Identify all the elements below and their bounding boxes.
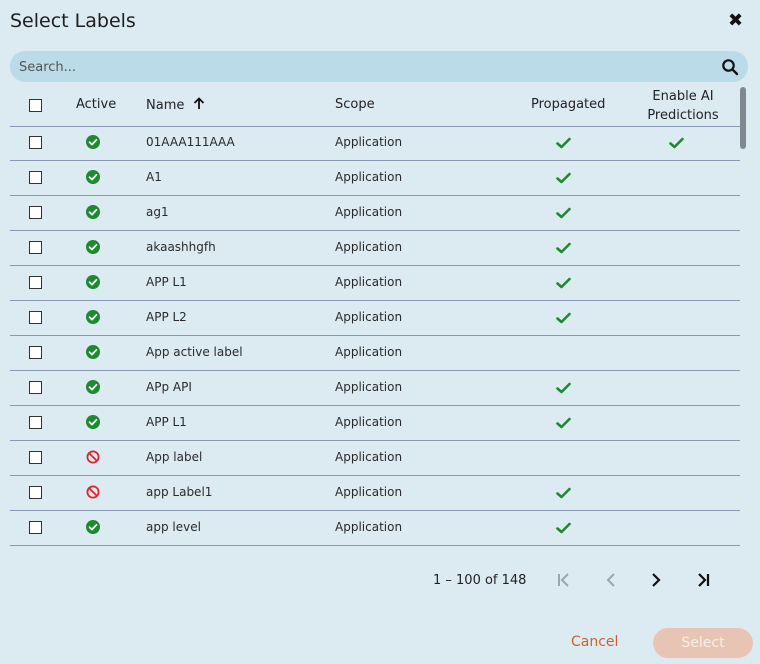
search-input[interactable] — [19, 57, 709, 77]
label-name: App label — [146, 450, 203, 464]
active-status-icon — [86, 170, 100, 184]
propagated-check-icon — [556, 207, 571, 219]
table-row[interactable]: ag1 Application — [10, 196, 740, 231]
propagated-check-icon — [556, 312, 571, 324]
table-row[interactable]: app Label1 Application — [10, 476, 740, 511]
label-scope: Application — [335, 135, 403, 149]
table-row-partial — [10, 546, 740, 556]
propagated-check-icon — [556, 417, 571, 429]
table-row[interactable]: akaashhgfh Application — [10, 231, 740, 266]
label-scope: Application — [335, 485, 403, 499]
first-page-icon[interactable] — [554, 570, 574, 590]
label-name: APP L1 — [146, 415, 187, 429]
row-checkbox[interactable] — [29, 171, 42, 184]
search-icon[interactable] — [721, 58, 739, 76]
label-scope: Application — [335, 345, 403, 359]
label-scope: Application — [335, 450, 403, 464]
next-page-icon[interactable] — [646, 570, 666, 590]
row-checkbox[interactable] — [29, 381, 42, 394]
dialog-title: Select Labels — [10, 10, 136, 32]
label-name: APP L1 — [146, 275, 187, 289]
label-scope: Application — [335, 275, 403, 289]
row-checkbox[interactable] — [29, 521, 42, 534]
active-status-icon — [86, 240, 100, 254]
label-scope: Application — [335, 170, 403, 184]
propagated-check-icon — [556, 382, 571, 394]
column-header-active[interactable]: Active — [76, 97, 116, 112]
enable-ai-header-line1: Enable AI — [652, 89, 714, 104]
table-row[interactable]: A1 Application — [10, 161, 740, 196]
label-name: ag1 — [146, 205, 169, 219]
active-status-icon — [86, 205, 100, 219]
label-scope: Application — [335, 205, 403, 219]
last-page-icon[interactable] — [693, 570, 713, 590]
table-row[interactable]: APP L1 Application — [10, 406, 740, 441]
table-header: Active Name Scope Propagated Enable AI P… — [10, 84, 740, 127]
active-status-icon — [86, 345, 100, 359]
propagated-check-icon — [556, 277, 571, 289]
active-status-icon — [86, 310, 100, 324]
enable-ai-header-line2: Predictions — [647, 108, 719, 123]
cancel-button[interactable]: Cancel — [571, 634, 618, 650]
label-name: APp API — [146, 380, 192, 394]
label-scope: Application — [335, 520, 403, 534]
propagated-check-icon — [556, 242, 571, 254]
label-name: app Label1 — [146, 485, 213, 499]
column-header-name[interactable]: Name — [146, 97, 205, 113]
propagated-check-icon — [556, 172, 571, 184]
label-scope: Application — [335, 240, 403, 254]
propagated-check-icon — [556, 522, 571, 534]
row-checkbox[interactable] — [29, 136, 42, 149]
inactive-status-icon — [86, 485, 100, 499]
active-status-icon — [86, 380, 100, 394]
label-name: 01AAA111AAA — [146, 135, 235, 149]
active-status-icon — [86, 135, 100, 149]
select-button[interactable]: Select — [653, 628, 753, 658]
inactive-status-icon — [86, 450, 100, 464]
label-name: App active label — [146, 345, 243, 359]
row-checkbox[interactable] — [29, 486, 42, 499]
row-checkbox[interactable] — [29, 451, 42, 464]
label-scope: Application — [335, 380, 403, 394]
column-header-enable-ai[interactable]: Enable AI Predictions — [638, 87, 728, 125]
propagated-check-icon — [556, 137, 571, 149]
table-row[interactable]: App active label Application — [10, 336, 740, 371]
sort-ascending-arrow-icon — [193, 97, 204, 109]
label-name: app level — [146, 520, 201, 534]
table-row[interactable]: App label Application — [10, 441, 740, 476]
column-header-propagated[interactable]: Propagated — [531, 97, 605, 112]
row-checkbox[interactable] — [29, 311, 42, 324]
select-all-checkbox[interactable] — [29, 99, 42, 112]
search-bar — [10, 51, 748, 82]
row-checkbox[interactable] — [29, 276, 42, 289]
column-header-scope[interactable]: Scope — [335, 97, 375, 112]
labels-table: Active Name Scope Propagated Enable AI P… — [10, 84, 740, 556]
propagated-check-icon — [556, 487, 571, 499]
row-checkbox[interactable] — [29, 346, 42, 359]
table-row[interactable]: APP L2 Application — [10, 301, 740, 336]
pagination-range: 1 – 100 of 148 — [433, 573, 527, 588]
row-checkbox[interactable] — [29, 206, 42, 219]
active-status-icon — [86, 520, 100, 534]
label-name: akaashhgfh — [146, 240, 216, 254]
table-row[interactable]: APp API Application — [10, 371, 740, 406]
previous-page-icon[interactable] — [601, 570, 621, 590]
ai-enabled-check-icon — [669, 137, 684, 149]
row-checkbox[interactable] — [29, 416, 42, 429]
label-scope: Application — [335, 415, 403, 429]
label-name: A1 — [146, 170, 162, 184]
active-status-icon — [86, 415, 100, 429]
row-checkbox[interactable] — [29, 241, 42, 254]
label-name: APP L2 — [146, 310, 187, 324]
table-row[interactable]: 01AAA111AAA Application — [10, 126, 740, 161]
label-scope: Application — [335, 310, 403, 324]
table-scrollbar[interactable] — [740, 87, 746, 149]
column-header-name-label: Name — [146, 98, 185, 113]
table-row[interactable]: app level Application — [10, 511, 740, 546]
table-row[interactable]: APP L1 Application — [10, 266, 740, 301]
active-status-icon — [86, 275, 100, 289]
close-icon[interactable]: ✖ — [728, 11, 746, 31]
